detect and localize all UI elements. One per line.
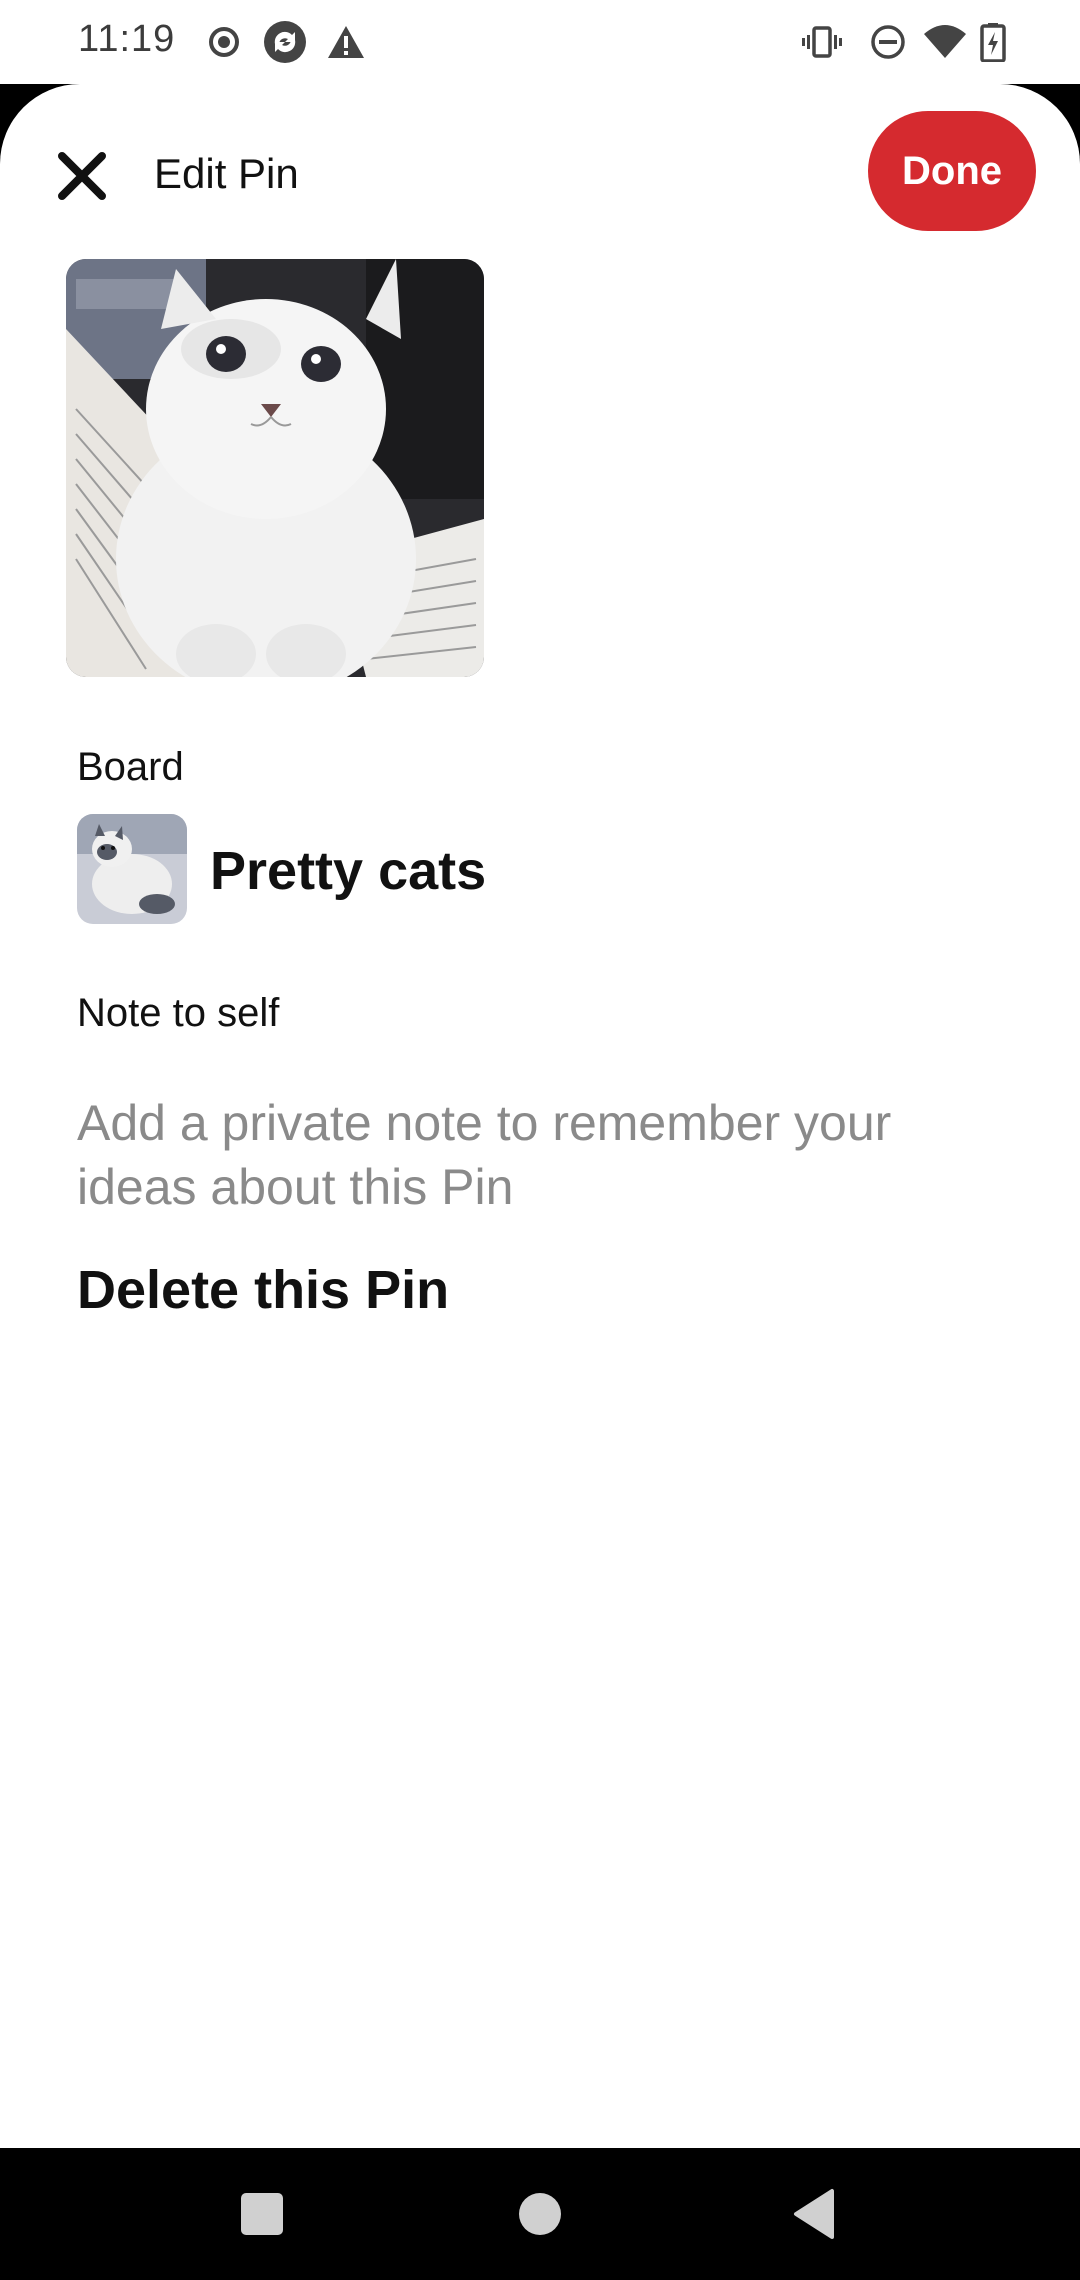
status-bar: 11:19 <box>0 0 1080 84</box>
note-label: Note to self <box>77 991 280 1035</box>
vibrate-icon <box>802 22 842 62</box>
note-input[interactable]: Add a private note to remember your idea… <box>77 1091 1017 1219</box>
battery-charging-icon <box>978 22 1008 62</box>
board-name[interactable]: Pretty cats <box>210 840 486 902</box>
recents-button[interactable] <box>232 2184 292 2244</box>
board-thumbnail[interactable] <box>77 814 187 924</box>
home-circle-icon <box>519 2193 561 2235</box>
sync-app-icon <box>262 19 308 65</box>
done-button[interactable]: Done <box>868 111 1036 231</box>
status-time: 11:19 <box>78 18 176 60</box>
edit-pin-sheet: Edit Pin Done Board Pretty cats Note to … <box>0 84 1080 2148</box>
pin-image[interactable] <box>66 259 484 677</box>
back-triangle-icon <box>794 2189 834 2239</box>
close-icon <box>58 152 106 200</box>
wifi-icon <box>922 22 968 62</box>
board-label: Board <box>77 745 184 789</box>
close-button[interactable] <box>44 138 120 214</box>
record-icon <box>204 22 244 62</box>
dnd-icon <box>868 22 908 62</box>
home-button[interactable] <box>510 2184 570 2244</box>
navigation-bar <box>0 2148 1080 2280</box>
delete-pin-button[interactable]: Delete this Pin <box>77 1259 449 1321</box>
page-title: Edit Pin <box>154 150 299 197</box>
back-button[interactable] <box>786 2184 846 2244</box>
warning-icon <box>326 22 366 62</box>
recents-square-icon <box>241 2193 283 2235</box>
